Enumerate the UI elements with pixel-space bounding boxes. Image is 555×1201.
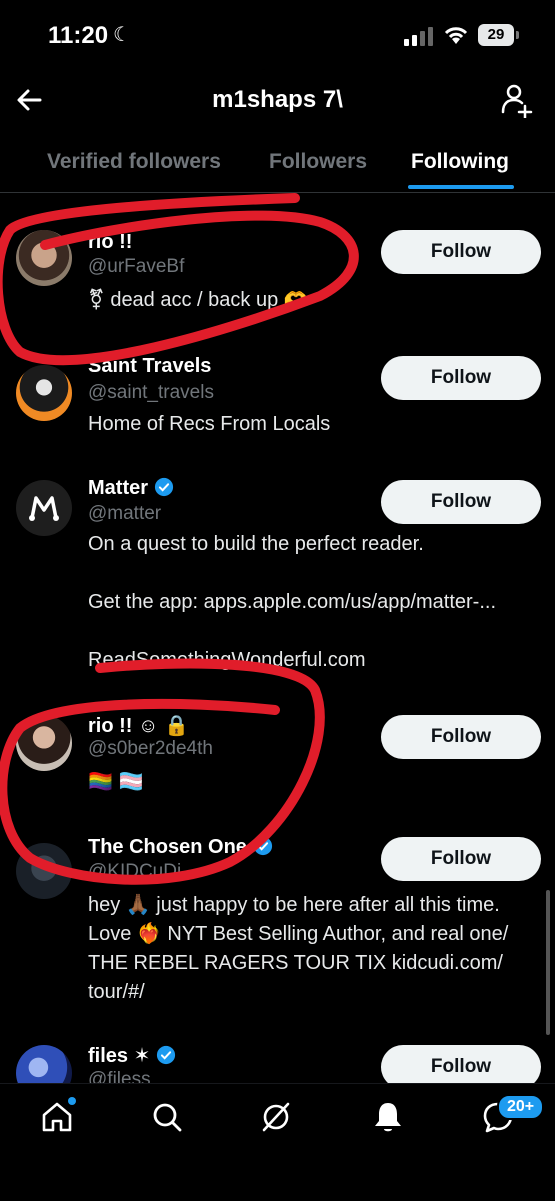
tab-verified-followers[interactable]: Verified followers <box>47 150 221 174</box>
cellular-signal-icon <box>404 27 433 46</box>
account-name-text: Matter <box>88 477 149 499</box>
account-name: rio !! <box>88 231 133 253</box>
account-handle: @filess <box>88 1069 151 1083</box>
avatar[interactable] <box>16 1045 72 1083</box>
list-item[interactable]: The Chosen One @KIDCuDi hey 🙏🏾 just happ… <box>0 828 555 1028</box>
account-name: Matter <box>88 477 174 500</box>
account-bio: On a quest to build the perfect reader. … <box>88 533 497 671</box>
account-handle: @matter <box>88 503 162 524</box>
follow-button[interactable]: Follow <box>381 1045 541 1083</box>
home-icon[interactable] <box>40 1100 74 1134</box>
account-bio: ⚧ dead acc / back up 🫶 <box>88 289 309 311</box>
following-list: rio !! @urFaveBf ⚧ dead acc / back up 🫶 … <box>0 193 555 1083</box>
account-handle: @KIDCuDi <box>88 861 182 882</box>
status-bar: 11:20 ☾ 29 <box>0 0 555 74</box>
search-icon[interactable] <box>150 1100 184 1134</box>
account-bio: Home of Recs From Locals <box>88 413 331 435</box>
avatar[interactable] <box>16 843 72 899</box>
wifi-icon <box>444 27 468 44</box>
account-handle: @urFaveBf <box>88 256 185 277</box>
scrollbar[interactable] <box>546 890 550 1035</box>
account-name: files ✶ <box>88 1043 176 1068</box>
verified-badge-icon <box>253 836 272 856</box>
account-name: Saint Travels <box>88 355 212 377</box>
tab-bar: Verified followers Followers Following <box>0 130 555 193</box>
avatar[interactable] <box>16 230 72 286</box>
bottom-navigation: 20+ <box>0 1083 555 1201</box>
account-bio: 🏳️‍🌈 🏳️‍⚧️ <box>88 771 144 793</box>
tab-following[interactable]: Following <box>411 150 509 174</box>
matter-logo-icon <box>29 496 59 521</box>
notifications-icon[interactable] <box>371 1100 405 1134</box>
account-name: The Chosen One <box>88 836 273 859</box>
list-item[interactable]: rio !! @urFaveBf ⚧ dead acc / back up 🫶 … <box>0 193 555 343</box>
account-name: rio !! ☺ 🔒 <box>88 715 189 737</box>
follow-button[interactable]: Follow <box>381 230 541 274</box>
follow-button[interactable]: Follow <box>381 356 541 400</box>
list-item[interactable]: files ✶ @filess Follow <box>0 1028 555 1083</box>
avatar[interactable] <box>16 480 72 536</box>
follow-button[interactable]: Follow <box>381 837 541 881</box>
battery-indicator: 29 <box>478 24 514 46</box>
add-user-icon[interactable] <box>498 82 534 118</box>
avatar[interactable] <box>16 715 72 771</box>
active-tab-indicator <box>408 185 514 189</box>
verified-badge-icon <box>157 1045 176 1065</box>
account-bio: hey 🙏🏾 just happy to be here after all t… <box>88 894 509 1003</box>
list-item[interactable]: rio !! ☺ 🔒 @s0ber2de4th 🏳️‍🌈 🏳️‍⚧️ Follo… <box>0 698 555 828</box>
home-notification-dot <box>68 1097 76 1105</box>
battery-tip <box>516 31 519 39</box>
grok-icon[interactable] <box>259 1100 293 1134</box>
list-item[interactable]: Matter @matter On a quest to build the p… <box>0 463 555 698</box>
avatar[interactable] <box>16 365 72 421</box>
page-title: m1shaps 7\ <box>212 86 343 113</box>
account-name-text: files ✶ <box>88 1045 151 1067</box>
account-name-text: The Chosen One <box>88 836 247 858</box>
list-item[interactable]: Saint Travels @saint_travels Home of Rec… <box>0 343 555 463</box>
messages-badge: 20+ <box>497 1094 545 1120</box>
account-handle: @s0ber2de4th <box>88 738 213 759</box>
follow-button[interactable]: Follow <box>381 480 541 524</box>
account-handle: @saint_travels <box>88 382 214 403</box>
moon-icon: ☾ <box>113 24 131 46</box>
verified-badge-icon <box>154 477 174 497</box>
status-time: 11:20 <box>48 22 109 49</box>
follow-button[interactable]: Follow <box>381 715 541 759</box>
tab-followers[interactable]: Followers <box>269 150 367 174</box>
profile-header: m1shaps 7\ <box>0 74 555 130</box>
